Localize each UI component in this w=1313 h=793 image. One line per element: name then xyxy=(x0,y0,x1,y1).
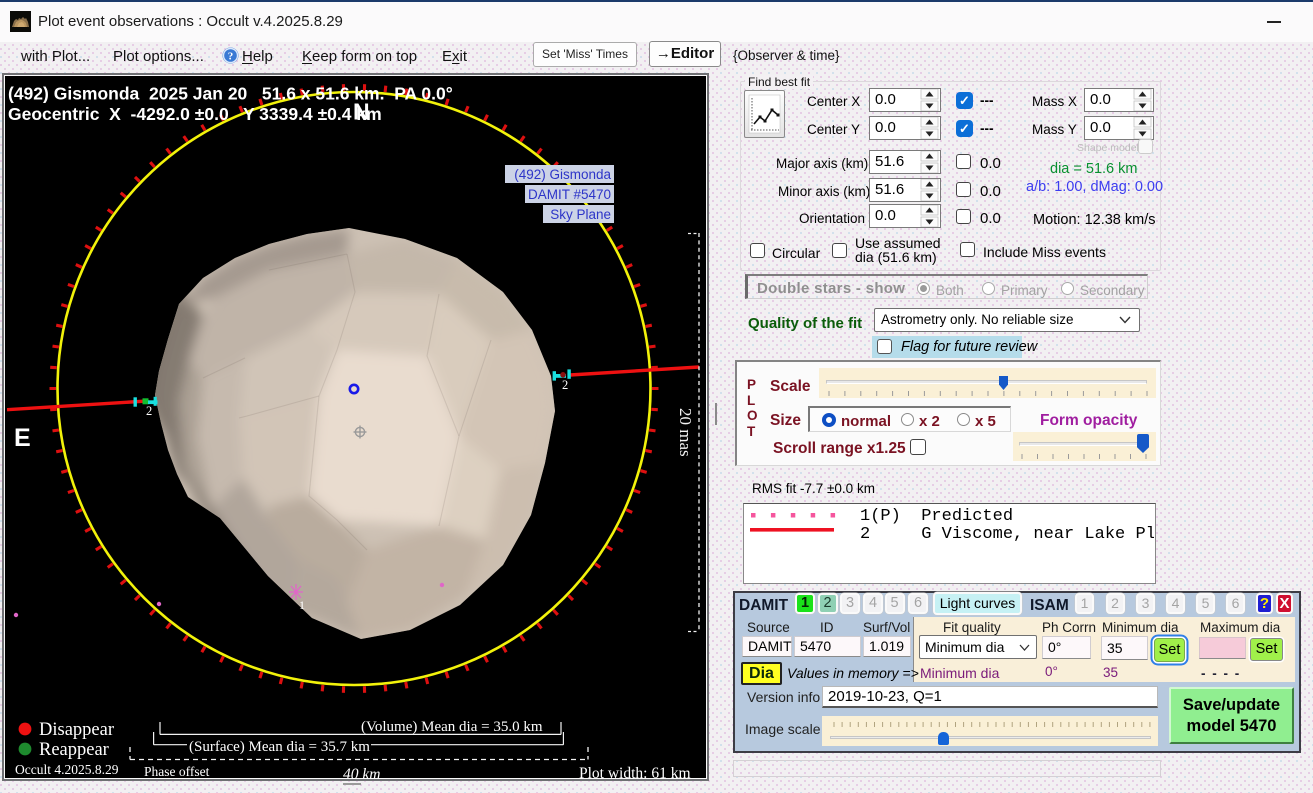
svg-text:2: 2 xyxy=(146,404,152,418)
svg-text:Plot width: 61 km: Plot width: 61 km xyxy=(579,765,691,779)
svg-text:40 km: 40 km xyxy=(343,766,380,779)
svg-text:E: E xyxy=(14,424,31,452)
svg-text:Disappear: Disappear xyxy=(39,720,114,740)
svg-text:20 mas: 20 mas xyxy=(676,408,695,457)
svg-text:DAMIT #5470: DAMIT #5470 xyxy=(528,187,611,202)
svg-text:N: N xyxy=(353,99,370,125)
svg-text:(Surface) Mean dia = 35.7 km: (Surface) Mean dia = 35.7 km xyxy=(189,739,370,755)
svg-text:(492) Gismonda: (492) Gismonda xyxy=(514,167,611,182)
svg-text:2: 2 xyxy=(562,378,568,392)
svg-text:(492) Gismonda 2025 Jan 20: (492) Gismonda 2025 Jan 20 51.6 x 51.6 k… xyxy=(8,84,453,104)
svg-text:Sky Plane: Sky Plane xyxy=(550,207,611,222)
svg-text:1: 1 xyxy=(299,598,305,612)
svg-text:Occult 4.2025.8.29: Occult 4.2025.8.29 xyxy=(15,762,119,777)
svg-text:(Volume) Mean dia = 35.0 km: (Volume) Mean dia = 35.0 km xyxy=(361,719,543,735)
svg-text:?: ? xyxy=(228,51,234,63)
svg-text:Geocentric X -4292.0 ±0.0: Geocentric X -4292.0 ±0.0 Y 3339.4 ±0.4 … xyxy=(8,104,382,124)
svg-text:Reappear: Reappear xyxy=(39,740,109,760)
svg-text:Phase offset: Phase offset xyxy=(144,764,210,779)
